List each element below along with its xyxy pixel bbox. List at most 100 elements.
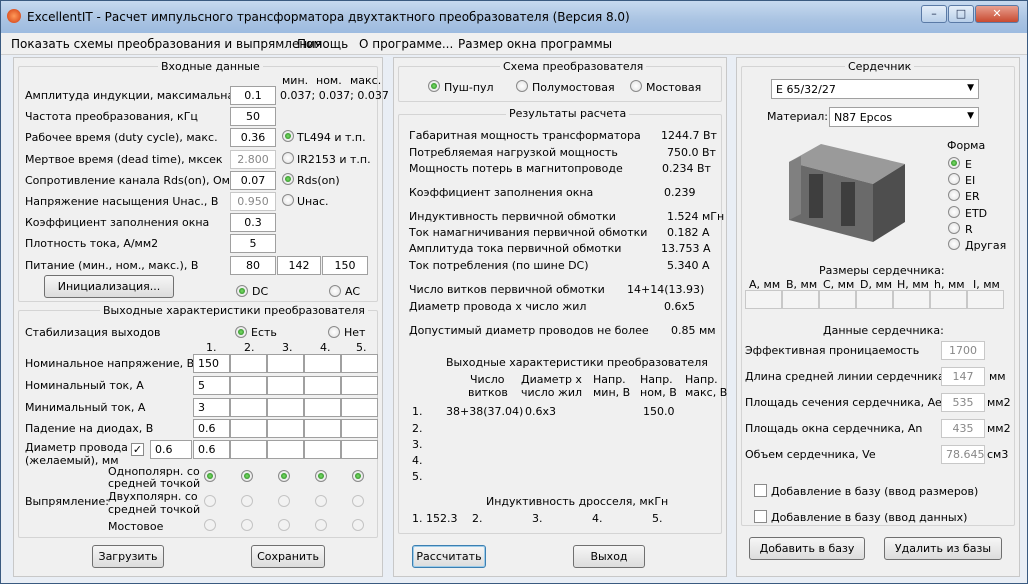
vdiode-2[interactable] bbox=[230, 419, 267, 438]
load-button[interactable]: Загрузить bbox=[92, 545, 164, 568]
rect-bipolar-4[interactable] bbox=[315, 495, 327, 507]
radio-shape-er[interactable] bbox=[948, 189, 960, 201]
rect-bridge-4[interactable] bbox=[315, 519, 327, 531]
wire-checkbox[interactable]: ✓ bbox=[131, 443, 144, 456]
vnom-5[interactable] bbox=[341, 354, 378, 373]
imin-3[interactable] bbox=[267, 398, 304, 417]
menu-help[interactable]: Помощь bbox=[297, 37, 348, 51]
supply-min-input[interactable]: 80 bbox=[230, 256, 276, 275]
vdiode-3[interactable] bbox=[267, 419, 304, 438]
radio-ir2153[interactable] bbox=[282, 152, 294, 164]
le-input[interactable]: 147 bbox=[941, 367, 985, 386]
rect-ct-4[interactable] bbox=[315, 470, 327, 482]
rds-input[interactable]: 0.07 bbox=[230, 171, 276, 190]
menu-about[interactable]: О программе... bbox=[359, 37, 453, 51]
vnom-2[interactable] bbox=[230, 354, 267, 373]
material-select[interactable]: N87 Epcos bbox=[829, 107, 979, 127]
vdiode-4[interactable] bbox=[304, 419, 341, 438]
exit-button[interactable]: Выход bbox=[573, 545, 645, 568]
maximize-button[interactable]: □ bbox=[948, 5, 974, 23]
wire-4[interactable] bbox=[304, 440, 341, 459]
radio-rds[interactable] bbox=[282, 173, 294, 185]
radio-fullbridge[interactable] bbox=[630, 80, 642, 92]
radio-stab-no[interactable] bbox=[328, 326, 340, 338]
radio-shape-e[interactable] bbox=[948, 157, 960, 169]
inom-5[interactable] bbox=[341, 376, 378, 395]
radio-pushpull[interactable] bbox=[428, 80, 440, 92]
radio-usat[interactable] bbox=[282, 194, 294, 206]
menu-show-schemes[interactable]: Показать схемы преобразования и выпрямле… bbox=[11, 37, 322, 51]
radio-shape-etd[interactable] bbox=[948, 206, 960, 218]
rect-bipolar-2[interactable] bbox=[241, 495, 253, 507]
remove-from-db-button[interactable]: Удалить из базы bbox=[884, 537, 1002, 560]
vnom-1[interactable]: 150 bbox=[193, 354, 230, 373]
rect-bipolar-5[interactable] bbox=[352, 495, 364, 507]
inom-4[interactable] bbox=[304, 376, 341, 395]
ae-input[interactable]: 535 bbox=[941, 393, 985, 412]
save-button[interactable]: Сохранить bbox=[251, 545, 325, 568]
radio-stab-yes[interactable] bbox=[235, 326, 247, 338]
current-density-input[interactable]: 5 bbox=[230, 234, 276, 253]
dim-a-input[interactable] bbox=[745, 290, 782, 309]
usat-input[interactable]: 0.950 bbox=[230, 192, 276, 211]
calculate-button[interactable]: Рассчитать bbox=[412, 545, 486, 568]
rect-bridge-2[interactable] bbox=[241, 519, 253, 531]
radio-shape-ei[interactable] bbox=[948, 173, 960, 185]
rect-ct-2[interactable] bbox=[241, 470, 253, 482]
rect-ct-1[interactable] bbox=[204, 470, 216, 482]
dim-d-input[interactable] bbox=[856, 290, 893, 309]
rect-bridge-5[interactable] bbox=[352, 519, 364, 531]
duty-input[interactable]: 0.36 bbox=[230, 128, 276, 147]
bmax-input[interactable]: 0.1 bbox=[230, 86, 276, 105]
add-to-db-button[interactable]: Добавить в базу bbox=[749, 537, 865, 560]
add-dims-checkbox[interactable] bbox=[754, 484, 767, 497]
inom-2[interactable] bbox=[230, 376, 267, 395]
imin-5[interactable] bbox=[341, 398, 378, 417]
title-bar[interactable]: ExcellentIT - Расчет импульсного трансфо… bbox=[1, 1, 1027, 33]
close-button[interactable]: ✕ bbox=[975, 5, 1019, 23]
dim-b-input[interactable] bbox=[782, 290, 819, 309]
radio-halfbridge[interactable] bbox=[516, 80, 528, 92]
radio-ac[interactable] bbox=[329, 285, 341, 297]
kfill-input[interactable]: 0.3 bbox=[230, 213, 276, 232]
imin-1[interactable]: 3 bbox=[193, 398, 230, 417]
freq-input[interactable]: 50 bbox=[230, 107, 276, 126]
mu-input[interactable]: 1700 bbox=[941, 341, 985, 360]
radio-tl494[interactable] bbox=[282, 130, 294, 142]
rect-bridge-1[interactable] bbox=[204, 519, 216, 531]
menu-window-size[interactable]: Размер окна программы bbox=[458, 37, 612, 51]
an-input[interactable]: 435 bbox=[941, 419, 985, 438]
rect-bridge-3[interactable] bbox=[278, 519, 290, 531]
imin-2[interactable] bbox=[230, 398, 267, 417]
rect-ct-5[interactable] bbox=[352, 470, 364, 482]
inom-3[interactable] bbox=[267, 376, 304, 395]
wire-2[interactable] bbox=[230, 440, 267, 459]
rect-ct-3[interactable] bbox=[278, 470, 290, 482]
dim-i-input[interactable] bbox=[967, 290, 1004, 309]
vdiode-1[interactable]: 0.6 bbox=[193, 419, 230, 438]
rect-bipolar-3[interactable] bbox=[278, 495, 290, 507]
radio-dc[interactable] bbox=[236, 285, 248, 297]
ve-input[interactable]: 78.645 bbox=[941, 445, 985, 464]
wire-1[interactable]: 0.6 bbox=[193, 440, 230, 459]
radio-shape-other[interactable] bbox=[948, 238, 960, 250]
init-button[interactable]: Инициализация... bbox=[44, 275, 174, 298]
supply-nom-input[interactable]: 142 bbox=[277, 256, 321, 275]
add-data-checkbox[interactable] bbox=[754, 510, 767, 523]
rect-bipolar-1[interactable] bbox=[204, 495, 216, 507]
wire-3[interactable] bbox=[267, 440, 304, 459]
core-select[interactable]: E 65/32/27 bbox=[771, 79, 979, 99]
vnom-3[interactable] bbox=[267, 354, 304, 373]
dead-time-input[interactable]: 2.800 bbox=[230, 150, 276, 169]
dim-h-input[interactable] bbox=[930, 290, 967, 309]
dim-hh-input[interactable] bbox=[893, 290, 930, 309]
imin-4[interactable] bbox=[304, 398, 341, 417]
minimize-button[interactable]: – bbox=[921, 5, 947, 23]
inom-1[interactable]: 5 bbox=[193, 376, 230, 395]
dim-c-input[interactable] bbox=[819, 290, 856, 309]
supply-max-input[interactable]: 150 bbox=[322, 256, 368, 275]
wire-5[interactable] bbox=[341, 440, 378, 459]
wire-check-input[interactable]: 0.6 bbox=[150, 440, 192, 459]
vdiode-5[interactable] bbox=[341, 419, 378, 438]
vnom-4[interactable] bbox=[304, 354, 341, 373]
